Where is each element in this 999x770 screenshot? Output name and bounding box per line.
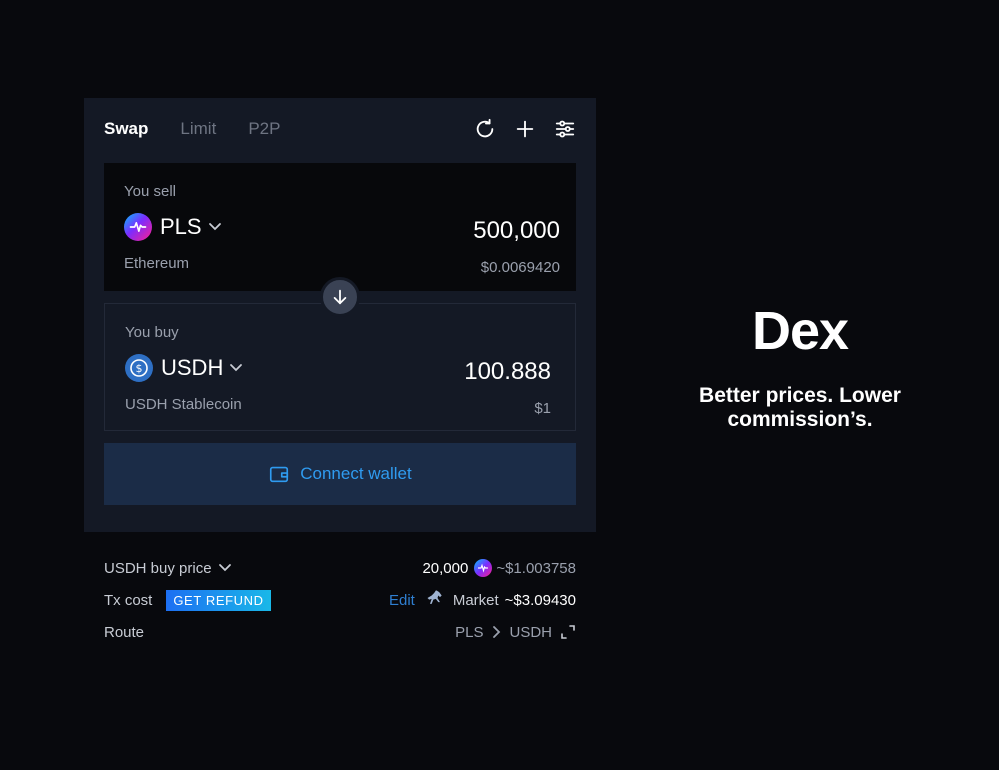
route-path[interactable]: PLS USDH: [455, 624, 576, 641]
hero-tagline: Better prices. Lower commission’s.: [699, 384, 901, 431]
tab-p2p[interactable]: P2P: [248, 118, 280, 140]
tx-cost-label: Tx cost: [104, 591, 153, 609]
tab-swap[interactable]: Swap: [104, 118, 148, 140]
chevron-down-icon: [218, 564, 231, 572]
swap-tabs: Swap Limit P2P: [104, 118, 312, 140]
refresh-icon[interactable]: [474, 118, 496, 140]
sell-fiat-value: $0.0069420: [480, 259, 560, 276]
trade-info: USDH buy price 20,000 ~$1.003758 Tx cost…: [104, 552, 576, 648]
route-from: PLS: [455, 623, 484, 641]
buy-amount[interactable]: 100.888: [464, 358, 551, 386]
tx-cost-row: Tx cost GET REFUND Edit Market ~$3.09430: [104, 584, 576, 616]
pls-token-icon: [474, 559, 493, 577]
price-row: USDH buy price 20,000 ~$1.003758: [104, 552, 576, 584]
edit-link[interactable]: Edit: [389, 592, 415, 609]
buy-fiat-value: $1: [534, 400, 551, 417]
swap-card: Swap Limit P2P You sell PLS 500,000 Ethe…: [84, 98, 596, 532]
tab-limit[interactable]: Limit: [180, 118, 216, 140]
settings-sliders-icon[interactable]: [554, 118, 576, 140]
buy-token-selector[interactable]: $ USDH: [125, 354, 243, 382]
buy-network: USDH Stablecoin: [125, 396, 242, 413]
buy-token-name: USDH: [161, 355, 224, 380]
price-amount: 20,000: [422, 559, 469, 577]
buy-panel: You buy $ USDH 100.888 USDH Stablecoin $…: [104, 303, 576, 431]
route-to: USDH: [509, 623, 552, 641]
chevron-right-icon: [493, 626, 501, 638]
price-toggle[interactable]: USDH buy price: [104, 560, 232, 577]
market-label: Market: [452, 591, 499, 609]
price-usd: ~$1.003758: [496, 559, 576, 577]
sell-amount[interactable]: 500,000: [473, 217, 560, 245]
chevron-down-icon: [208, 223, 221, 231]
sell-token-selector[interactable]: PLS: [124, 213, 222, 241]
usdh-token-icon: $: [125, 354, 153, 382]
sell-label: You sell: [124, 183, 176, 200]
hero: Dex Better prices. Lower commission’s.: [680, 300, 920, 432]
horse-icon: [425, 588, 445, 612]
expand-icon: [561, 625, 575, 639]
connect-wallet-label: Connect wallet: [300, 464, 412, 483]
chevron-down-icon: [230, 364, 243, 372]
buy-label: You buy: [125, 324, 179, 341]
price-label: USDH buy price: [104, 559, 212, 577]
route-label: Route: [104, 623, 145, 641]
sell-token-name: PLS: [160, 214, 202, 239]
hero-title: Dex: [751, 301, 849, 361]
plus-icon[interactable]: [514, 118, 536, 140]
card-toolbar: [474, 118, 576, 140]
svg-text:$: $: [136, 362, 143, 375]
sell-network: Ethereum: [124, 255, 190, 272]
route-row: Route PLS USDH: [104, 616, 576, 648]
swap-direction-button[interactable]: [320, 277, 360, 317]
sell-panel: You sell PLS 500,000 Ethereum $0.0069420: [104, 163, 576, 291]
wallet-icon: [270, 466, 289, 483]
connect-wallet-button[interactable]: Connect wallet: [104, 443, 576, 505]
get-refund-badge[interactable]: GET REFUND: [166, 589, 271, 611]
arrow-down-icon: [333, 289, 347, 305]
market-value: ~$3.09430: [504, 591, 576, 609]
pls-token-icon: [124, 213, 152, 241]
